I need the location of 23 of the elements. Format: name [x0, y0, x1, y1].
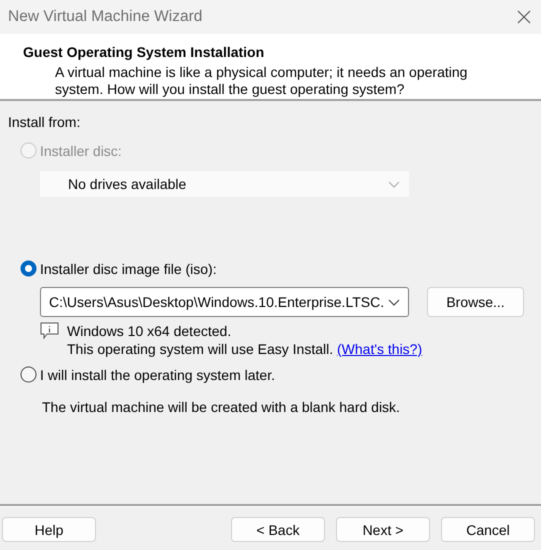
nav-button[interactable]: < Back: [231, 517, 325, 542]
radio-label: I will install the operating system later.: [40, 366, 275, 382]
radio-button[interactable]: [20, 366, 37, 383]
nav-button[interactable]: Cancel: [441, 517, 535, 542]
detected-text: Windows 10 x64 detected.: [67, 322, 232, 340]
easy-install-text: This operating system will use Easy Install. (What's this?): [67, 340, 422, 358]
browse-button[interactable]: Browse...: [427, 287, 524, 317]
help-button[interactable]: Help: [2, 517, 96, 542]
info-icon: [40, 322, 59, 340]
chevron-down-icon: [388, 180, 400, 188]
page-description: A virtual machine is like a physical computer; it needs an operating system. How will you install the guest operating system?: [55, 64, 468, 98]
install-from-label: Install from:: [8, 114, 82, 130]
dropdown[interactable]: C:\Users\Asus\Desktop\Windows.10.Enterprise.LTSC.: [40, 287, 409, 317]
nav-button[interactable]: Next >: [336, 517, 430, 542]
radio-button[interactable]: [20, 260, 37, 277]
radio-label: Installer disc:: [40, 142, 122, 158]
close-icon[interactable]: [517, 10, 531, 24]
page-title: Guest Operating System Installation: [23, 44, 266, 60]
radio-label: Installer disc image file (iso):: [40, 260, 217, 276]
window-title: New Virtual Machine Wizard: [8, 8, 202, 26]
chevron-down-icon: [388, 298, 400, 306]
whats-this-link[interactable]: (What's this?): [337, 341, 422, 357]
note-text: The virtual machine will be created with a blank hard disk.: [42, 399, 401, 415]
